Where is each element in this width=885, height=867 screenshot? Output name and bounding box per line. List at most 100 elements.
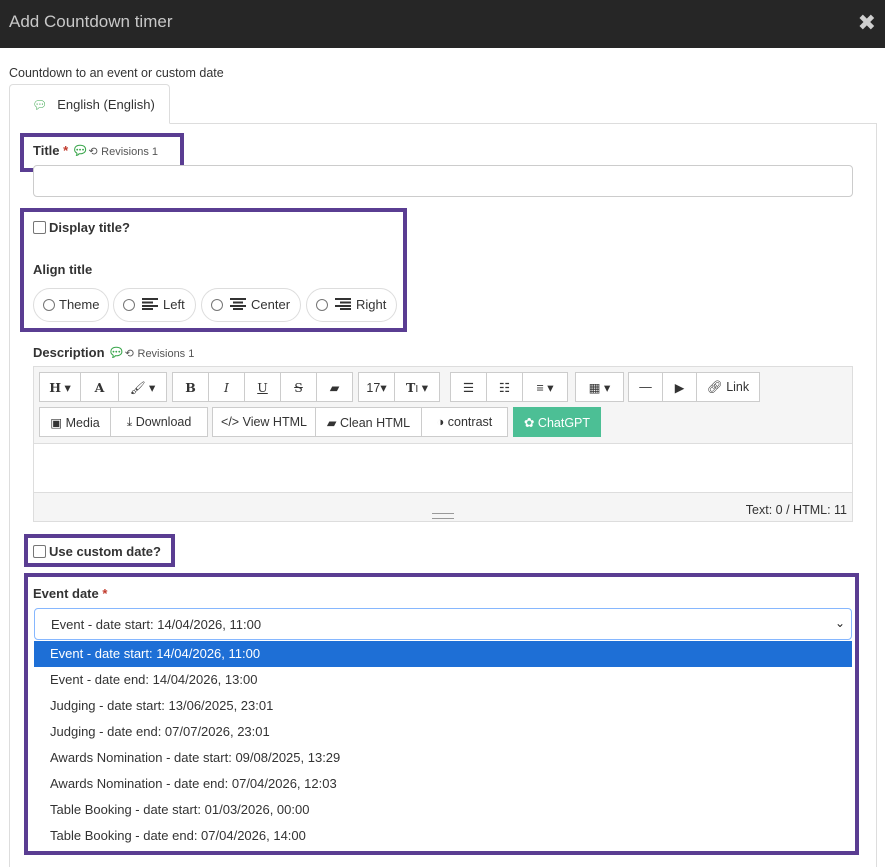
event-date-options: Event - date start: 14/04/2026, 11:00 Ev… [34, 641, 852, 849]
video-button[interactable]: ▶ [662, 372, 697, 402]
italic-text: I [224, 380, 229, 395]
clean-html-button[interactable]: ▰ Clean HTML [315, 407, 422, 437]
option-item[interactable]: Awards Nomination - date start: 09/08/20… [34, 745, 852, 771]
radio[interactable] [43, 299, 55, 311]
radio[interactable] [211, 299, 223, 311]
view-html-text: View HTML [242, 415, 307, 429]
chatgpt-text: ChatGPT [537, 416, 591, 430]
align-icon: ≡ [536, 381, 544, 395]
custom-date-checkbox[interactable]: Use custom date? [33, 544, 161, 559]
history-icon[interactable]: ⟲ [88, 146, 97, 158]
event-date-label-text: Event date [33, 586, 99, 601]
custom-date-check[interactable] [33, 545, 46, 558]
history-icon[interactable]: ⟲ [125, 348, 134, 360]
option-label: Center [251, 297, 291, 312]
speech-bubble-icon: 💬︎ [32, 98, 48, 112]
align-center-option[interactable]: Center [201, 288, 301, 322]
resize-handle[interactable] [432, 513, 454, 519]
download-icon: ⤓ [126, 415, 133, 429]
underline-button[interactable]: U [244, 372, 281, 402]
brush-button[interactable]: 🖌︎ ▾ [118, 372, 167, 402]
rich-text-editor: H ▾ A 🖌︎ ▾ B I U S ▰ 17▾ TI ▾ ☰ ☷ ≡ ▾ ▦ … [33, 366, 853, 522]
dialog-header: Add Countdown timer ✖ [0, 0, 885, 48]
paragraph-align-button[interactable]: ≡ ▾ [522, 372, 568, 402]
table-icon: ▦ [588, 381, 601, 395]
eraser-icon: ▰ [329, 381, 340, 395]
numbered-list-icon: ☷ [498, 381, 511, 395]
bold-button[interactable]: B [172, 372, 209, 402]
comment-icon[interactable]: 💬︎ [72, 143, 89, 158]
option-item[interactable]: Judging - date start: 13/06/2025, 23:01 [34, 693, 852, 719]
radio[interactable] [316, 299, 328, 311]
editor-content-area[interactable] [34, 443, 852, 493]
revisions-link[interactable]: Revisions 1 [138, 348, 195, 360]
option-item[interactable]: Table Booking - date end: 07/04/2026, 14… [34, 823, 852, 849]
font-size-button[interactable]: 17▾ [358, 372, 395, 402]
link-text: Link [726, 380, 750, 394]
media-text: Media [65, 416, 100, 430]
bold-text: B [185, 380, 196, 395]
numbered-list-button[interactable]: ☷ [486, 372, 523, 402]
editor-stats: Text: 0 / HTML: 11 [745, 503, 847, 517]
table-button[interactable]: ▦ ▾ [575, 372, 624, 402]
code-icon: </> [221, 415, 240, 429]
strike-text: S [294, 380, 303, 395]
chatgpt-button[interactable]: ✿ ChatGPT [513, 407, 601, 437]
align-right-icon [335, 298, 351, 310]
brush-icon: 🖌︎ [129, 381, 146, 395]
option-label: Left [163, 297, 185, 312]
option-item[interactable]: Event - date end: 14/04/2026, 13:00 [34, 667, 852, 693]
media-button[interactable]: ▣ Media [39, 407, 111, 437]
horizontal-rule-icon: — [639, 380, 652, 394]
required-mark: * [102, 586, 108, 601]
youtube-icon: ▶ [674, 381, 685, 395]
option-item[interactable]: Event - date start: 14/04/2026, 11:00 [34, 641, 852, 667]
option-item[interactable]: Table Booking - date start: 01/03/2026, … [34, 797, 852, 823]
link-button[interactable]: 🔗︎ Link [696, 372, 760, 402]
font-button[interactable]: A [80, 372, 119, 402]
image-icon: ▣ [50, 416, 63, 430]
align-center-icon [230, 298, 246, 310]
font-text: A [94, 380, 105, 395]
align-right-option[interactable]: Right [306, 288, 397, 322]
chevron-down-icon: ⌄ [834, 616, 845, 630]
eraser-icon: ▰ [326, 416, 337, 430]
view-html-button[interactable]: </> View HTML [212, 407, 316, 437]
openai-icon: ✿ [523, 416, 535, 430]
contrast-button[interactable]: ◑ contrast [421, 407, 508, 437]
underline-text: U [257, 380, 268, 395]
clean-html-text: Clean HTML [339, 416, 411, 430]
heading-button[interactable]: H ▾ [39, 372, 81, 402]
text-size-text: T [406, 380, 416, 395]
eraser-button[interactable]: ▰ [316, 372, 353, 402]
display-title-checkbox[interactable]: Display title? [33, 220, 130, 235]
close-icon[interactable]: ✖ [858, 10, 876, 36]
radio[interactable] [123, 299, 135, 311]
event-date-select[interactable]: Event - date start: 14/04/2026, 11:00 ⌄ [34, 608, 852, 640]
option-label: Right [356, 297, 387, 312]
download-button[interactable]: ⤓ Download [110, 407, 208, 437]
horizontal-rule-button[interactable]: — [628, 372, 663, 402]
display-title-check[interactable] [33, 221, 46, 234]
title-input[interactable] [33, 165, 853, 197]
text-size-button[interactable]: TI ▾ [394, 372, 440, 402]
revisions-link[interactable]: Revisions 1 [101, 146, 158, 158]
comment-icon[interactable]: 💬︎ [108, 345, 125, 360]
download-text: Download [135, 415, 192, 429]
align-title-label: Align title [33, 262, 93, 277]
selected-value: Event - date start: 14/04/2026, 11:00 [51, 617, 262, 632]
option-item[interactable]: Judging - date end: 07/07/2026, 23:01 [34, 719, 852, 745]
italic-button[interactable]: I [208, 372, 245, 402]
strikethrough-button[interactable]: S [280, 372, 317, 402]
option-item[interactable]: Awards Nomination - date end: 07/04/2026… [34, 771, 852, 797]
align-theme-option[interactable]: Theme [33, 288, 109, 322]
contrast-icon: ◑ [436, 415, 445, 429]
display-title-label: Display title? [49, 220, 130, 235]
align-left-option[interactable]: Left [113, 288, 196, 322]
bullet-list-button[interactable]: ☰ [450, 372, 487, 402]
tab-english[interactable]: 💬︎ English (English) [9, 84, 170, 124]
option-label: Theme [59, 297, 100, 312]
custom-date-label: Use custom date? [49, 544, 161, 559]
title-label-text: Title [33, 143, 60, 158]
font-size-text: 17 [366, 381, 381, 395]
